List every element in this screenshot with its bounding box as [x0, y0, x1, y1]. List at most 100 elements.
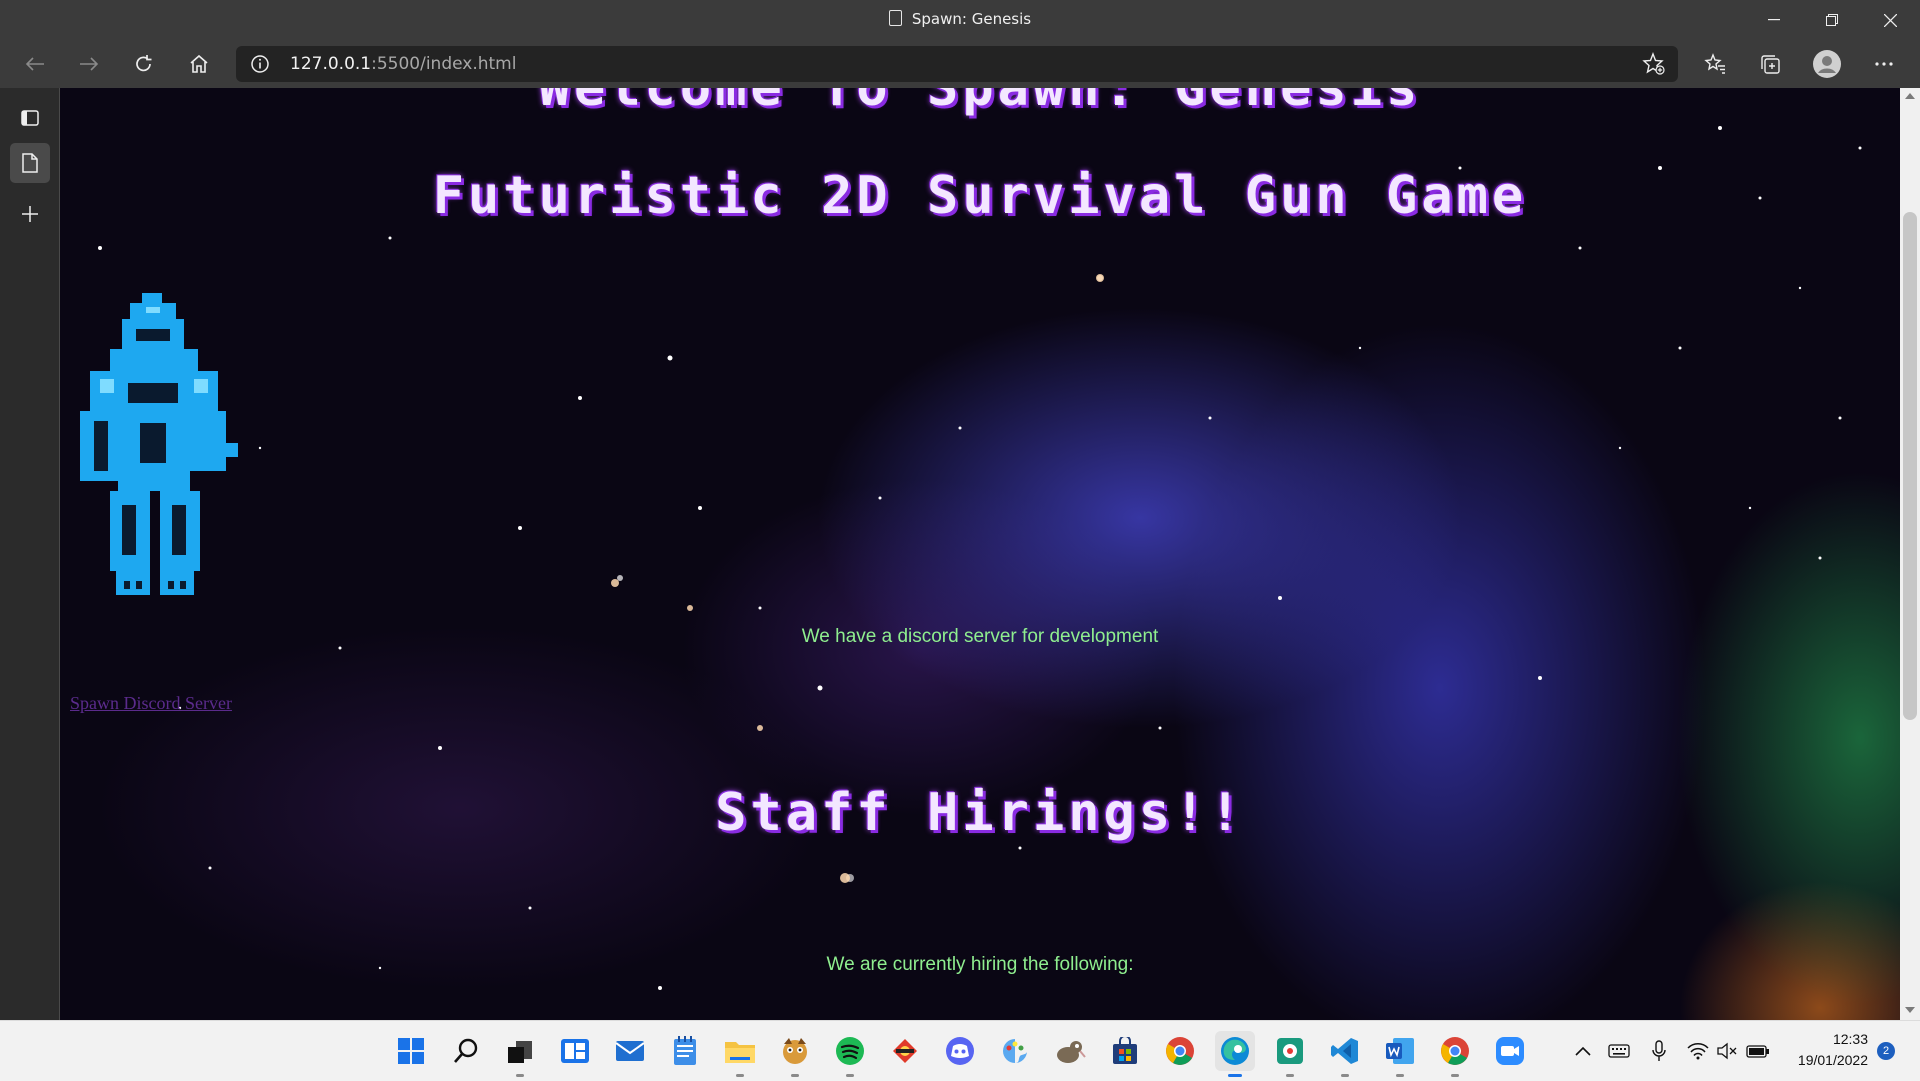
clock-date: 19/01/2022 — [1797, 1052, 1868, 1068]
plus-icon — [22, 206, 38, 222]
zoom-icon — [1496, 1037, 1524, 1065]
page-icon — [888, 10, 902, 26]
start-icon — [398, 1038, 424, 1064]
page-icon — [22, 153, 38, 173]
word-button[interactable] — [1380, 1031, 1420, 1077]
wifi-icon — [1687, 1043, 1709, 1060]
url-text[interactable]: 127.0.0.1:5500/index.html — [290, 54, 516, 74]
volume-button[interactable] — [1716, 1039, 1738, 1063]
profile-button[interactable] — [1808, 46, 1846, 82]
discord-server-link[interactable]: Spawn Discord Server — [70, 693, 232, 714]
file-explorer-button[interactable] — [720, 1031, 760, 1077]
mail-button[interactable] — [610, 1031, 650, 1071]
search-icon — [454, 1038, 478, 1063]
notepad-icon — [674, 1036, 696, 1065]
url-path: :5500/index.html — [371, 54, 517, 74]
notepad-button[interactable] — [665, 1031, 705, 1071]
collections-icon — [1761, 55, 1780, 74]
add-favorite-icon[interactable] — [1642, 52, 1666, 76]
chrome-profile-icon — [1441, 1037, 1469, 1065]
task-view-button[interactable] — [500, 1031, 540, 1077]
running-indicator — [1396, 1074, 1404, 1077]
forward-button[interactable] — [70, 46, 108, 82]
close-button[interactable] — [1861, 0, 1919, 40]
search-button[interactable] — [446, 1031, 486, 1071]
game2-app-button[interactable] — [885, 1031, 925, 1071]
hiring-description: We are currently hiring the following: — [826, 954, 1134, 975]
tab-current-page[interactable] — [10, 143, 50, 183]
browser-toolbar: 127.0.0.1:5500/index.html — [0, 40, 1920, 88]
chrome-button[interactable] — [1160, 1031, 1200, 1071]
battery-button[interactable] — [1746, 1039, 1770, 1063]
gimp-button[interactable] — [1050, 1031, 1090, 1071]
home-button[interactable] — [180, 46, 218, 82]
paint-button[interactable] — [995, 1031, 1035, 1071]
forward-arrow-icon — [80, 57, 99, 71]
running-indicator — [1451, 1074, 1459, 1077]
title-bar: Spawn: Genesis — [0, 0, 1920, 40]
edge-button[interactable] — [1215, 1031, 1255, 1077]
game-app-button[interactable] — [775, 1031, 815, 1077]
url-host: 127.0.0.1 — [290, 54, 372, 74]
welcome-heading: Welcome To Spawn: Genesis — [538, 88, 1422, 118]
refresh-button[interactable] — [125, 46, 163, 82]
address-bar[interactable]: 127.0.0.1:5500/index.html — [236, 46, 1678, 82]
store-button[interactable] — [1105, 1031, 1145, 1071]
zoom-button[interactable] — [1490, 1031, 1530, 1071]
widgets-button[interactable] — [555, 1031, 595, 1071]
spotify-icon — [836, 1037, 864, 1065]
chrome-profile-button[interactable] — [1435, 1031, 1475, 1077]
task-view-icon — [508, 1041, 532, 1063]
start-button[interactable] — [391, 1031, 431, 1071]
more-menu-button[interactable] — [1865, 46, 1903, 82]
widgets-icon — [561, 1039, 589, 1063]
discord-icon — [946, 1037, 974, 1065]
page-scrollbar[interactable] — [1900, 88, 1920, 1020]
robot-character-image — [70, 293, 240, 607]
keyboard-button[interactable] — [1608, 1039, 1630, 1063]
chevron-up-icon — [1575, 1046, 1591, 1056]
scrollbar-thumb[interactable] — [1903, 212, 1917, 720]
minimize-button[interactable] — [1745, 0, 1803, 40]
refresh-icon — [136, 55, 152, 72]
scroll-down-icon[interactable] — [1905, 1006, 1915, 1014]
discord-button[interactable] — [940, 1031, 980, 1071]
favorites-icon — [1704, 53, 1725, 74]
new-tab-button[interactable] — [10, 194, 50, 234]
info-icon[interactable] — [250, 54, 270, 74]
window-title-text: Spawn: Genesis — [911, 10, 1032, 28]
wifi-button[interactable] — [1687, 1039, 1709, 1063]
photos-icon — [1277, 1038, 1303, 1064]
more-icon — [1875, 62, 1893, 66]
photos-button[interactable] — [1270, 1031, 1310, 1077]
file-explorer-icon — [725, 1042, 755, 1063]
collections-button[interactable] — [1751, 46, 1789, 82]
running-indicator — [516, 1074, 524, 1077]
back-button[interactable] — [16, 46, 54, 82]
notification-badge[interactable]: 2 — [1877, 1042, 1895, 1060]
page-viewport: Welcome To Spawn: Genesis Futuristic 2D … — [60, 88, 1900, 1020]
microphone-button[interactable] — [1651, 1039, 1667, 1063]
vscode-button[interactable] — [1325, 1031, 1365, 1077]
word-icon — [1386, 1038, 1414, 1064]
running-indicator — [736, 1074, 744, 1077]
clock[interactable]: 12:33 19/01/2022 — [1778, 1029, 1868, 1071]
home-icon — [190, 54, 208, 73]
show-hidden-icons-button[interactable] — [1574, 1039, 1592, 1063]
windows-taskbar: 12:33 19/01/2022 2 — [0, 1020, 1920, 1081]
running-indicator — [1341, 1074, 1349, 1077]
staff-hirings-heading: Staff Hirings!! — [715, 783, 1245, 843]
spotify-button[interactable] — [830, 1031, 870, 1077]
gimp-icon — [1057, 1041, 1086, 1063]
avatar-icon — [1813, 50, 1841, 78]
battery-icon — [1746, 1045, 1769, 1058]
restore-button[interactable] — [1803, 0, 1861, 40]
running-indicator — [846, 1074, 854, 1077]
game-icon — [783, 1038, 807, 1064]
scroll-up-icon[interactable] — [1905, 92, 1915, 100]
tab-actions-button[interactable] — [10, 98, 50, 138]
vertical-tabs-sidebar — [0, 88, 60, 1020]
vscode-icon — [1331, 1038, 1358, 1064]
close-icon — [1883, 13, 1897, 27]
favorites-button[interactable] — [1696, 46, 1734, 82]
